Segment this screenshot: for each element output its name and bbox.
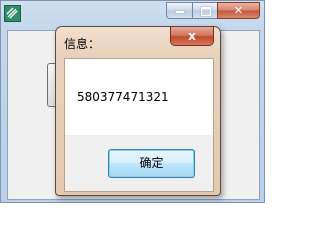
maximize-button[interactable] bbox=[192, 2, 217, 19]
minimize-button[interactable] bbox=[166, 2, 192, 19]
maximize-icon bbox=[201, 7, 211, 16]
message-dialog: 信息： x 580377471321 确定 bbox=[55, 26, 221, 196]
ok-button[interactable]: 确定 bbox=[108, 149, 195, 178]
close-icon: ✕ bbox=[233, 4, 244, 17]
message-area: 580377471321 bbox=[65, 59, 213, 135]
message-text: 580377471321 bbox=[77, 90, 169, 104]
close-icon: x bbox=[188, 29, 196, 43]
dialog-title: 信息： bbox=[64, 37, 101, 51]
dialog-close-button[interactable]: x bbox=[170, 27, 214, 46]
app-icon[interactable] bbox=[4, 5, 21, 22]
dialog-client-area: 580377471321 确定 bbox=[64, 58, 214, 192]
minimize-icon bbox=[176, 11, 184, 13]
main-titlebar[interactable]: ✕ bbox=[1, 1, 264, 29]
close-button[interactable]: ✕ bbox=[217, 2, 260, 19]
